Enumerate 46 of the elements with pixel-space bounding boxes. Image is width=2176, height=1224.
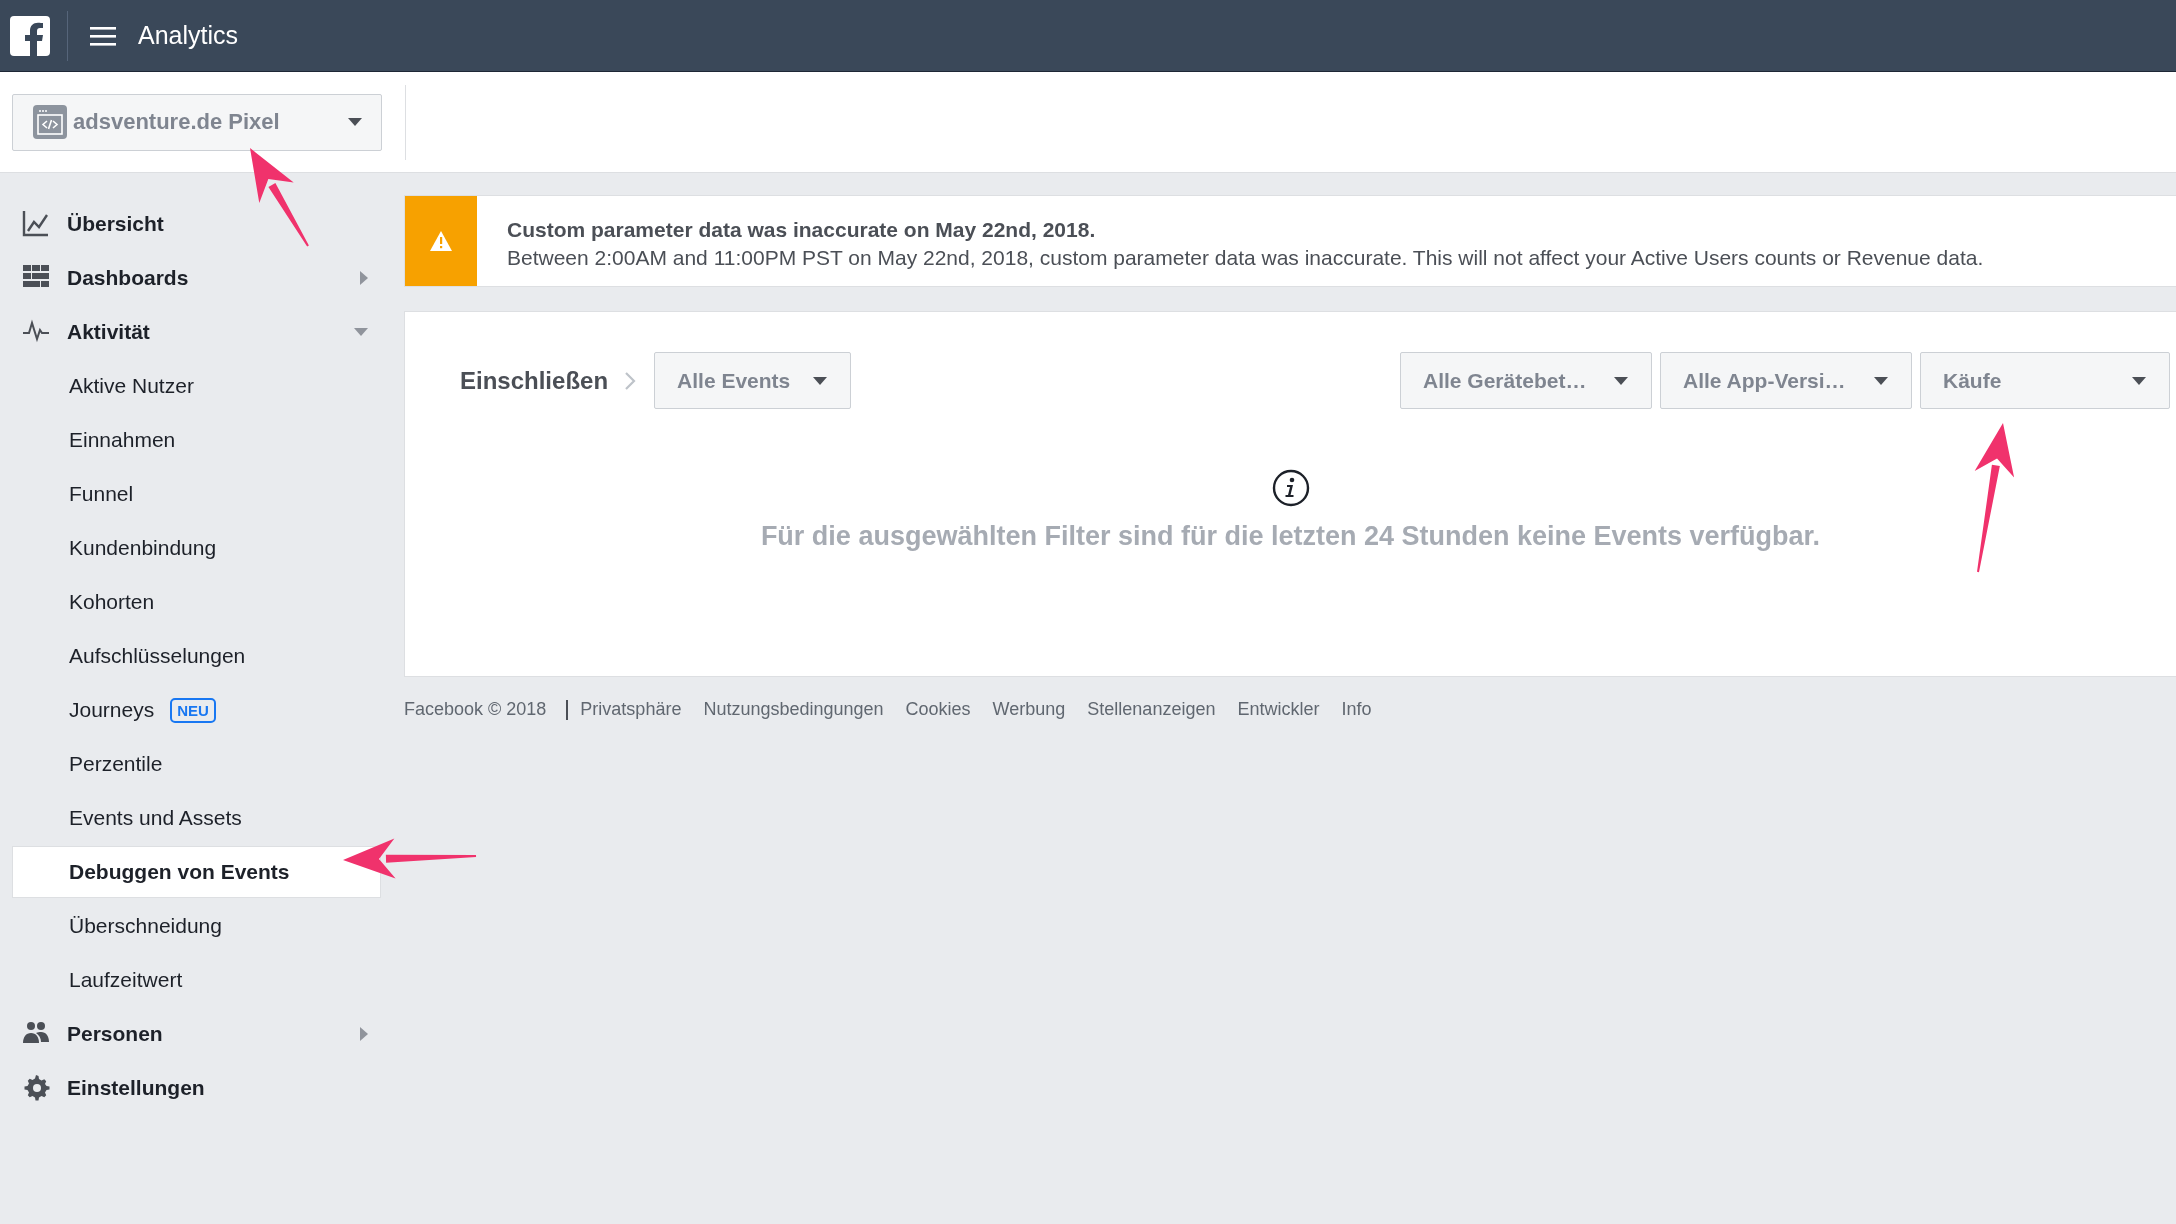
sidebar-item[interactable]: Laufzeitwert — [0, 953, 395, 1007]
sidebar-item[interactable]: Journeys NEU — [0, 683, 395, 737]
caret-down-icon — [347, 117, 363, 127]
alert-title: Custom parameter data was inaccurate on May 22nd, 2018. — [507, 217, 1097, 243]
footer-link[interactable]: Cookies — [905, 699, 971, 720]
sidebar-item[interactable]: Funnel — [0, 467, 395, 521]
warning-icon — [430, 231, 452, 251]
sidebar-item[interactable]: Kundenbindung — [0, 521, 395, 575]
caret-down-icon — [2131, 375, 2147, 386]
footer-link[interactable]: Stellenanzeigen — [1087, 699, 1216, 720]
sidebar-item[interactable]: Debuggen von Events — [12, 846, 381, 898]
caret-down-icon — [1613, 375, 1629, 386]
info-icon — [1271, 469, 1310, 507]
footer-link[interactable]: Privatsphäre — [580, 699, 682, 720]
sidebar-item[interactable]: Aktivität — [0, 305, 395, 359]
sidebar-item[interactable]: Dashboards — [0, 251, 395, 305]
menu-icon — [90, 25, 116, 46]
caret-right-icon — [359, 270, 369, 286]
sidebar-item[interactable]: Kohorten — [0, 575, 395, 629]
caret-right-icon — [359, 1026, 369, 1042]
footer-link[interactable]: Info — [1341, 699, 1372, 720]
sidebar-item[interactable]: Personen — [0, 1007, 395, 1061]
sidebar-item[interactable]: Überschneidung — [0, 899, 395, 953]
logo-icon — [10, 15, 50, 56]
footer-link[interactable]: Entwickler — [1237, 699, 1320, 720]
app-title: Analytics — [138, 21, 239, 50]
sidebar-item[interactable]: Perzentile — [0, 737, 395, 791]
sidebar-item[interactable]: Übersicht — [0, 197, 395, 251]
caret-down-icon — [1873, 375, 1889, 386]
alert-text: Between 2:00AM and 11:00PM PST on May 22nd, 2018, custom parameter data was inaccurate. This will not affect your Active Users counts or Revenue data. — [507, 245, 1984, 271]
settings-icon — [22, 1073, 52, 1103]
sidebar-item[interactable]: Aufschlüsselungen — [0, 629, 395, 683]
sidebar-item[interactable]: Einnahmen — [0, 413, 395, 467]
footer-link[interactable]: Nutzungsbedingungen — [703, 699, 884, 720]
sidebar-item[interactable]: Events und Assets — [0, 791, 395, 845]
sidebar-item[interactable]: Aktive Nutzer — [0, 359, 395, 413]
sidebar-item[interactable]: Einstellungen — [0, 1061, 395, 1115]
copyright-text: Facebook © 2018 — [404, 699, 547, 720]
code-window-icon — [33, 105, 67, 139]
new-badge: NEU — [170, 697, 216, 723]
caret-down-icon — [353, 327, 369, 337]
footer-link[interactable]: Werbung — [992, 699, 1066, 720]
include-label: Einschließen — [460, 366, 609, 395]
caret-down-icon — [812, 375, 829, 386]
chevron-right-icon — [624, 370, 637, 391]
empty-state-message: Für die ausgewählten Filter sind für die letzten 24 Stunden keine Events verfügbar. — [760, 521, 1821, 552]
